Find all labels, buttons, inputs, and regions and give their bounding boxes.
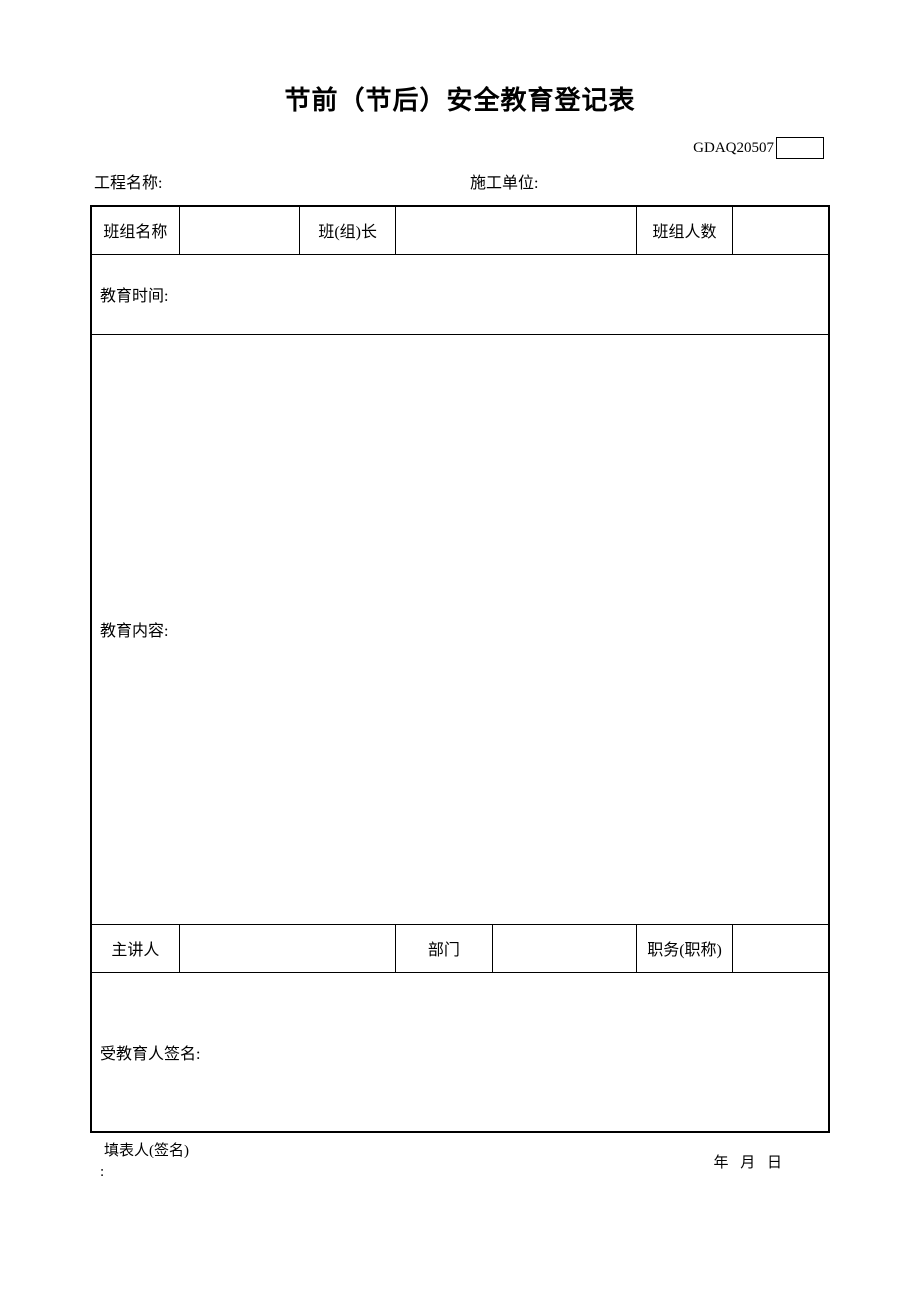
education-content-cell[interactable]: 教育内容: — [91, 334, 829, 924]
education-time-row: 教育时间: — [91, 254, 829, 334]
form-code-text: GDAQ20507 — [693, 140, 774, 157]
filled-by-label-bottom: : — [100, 1164, 104, 1180]
position-title-field[interactable] — [733, 924, 829, 972]
team-info-row: 班组名称 班(组)长 班组人数 — [91, 206, 829, 254]
team-count-label: 班组人数 — [636, 206, 732, 254]
trainee-signature-label: 受教育人签名: — [100, 1046, 200, 1063]
team-leader-field[interactable] — [396, 206, 637, 254]
filled-by-label-top: 填表人(签名) — [100, 1141, 189, 1162]
position-title-label: 职务(职称) — [636, 924, 732, 972]
header-row: 工程名称: 施工单位: — [90, 169, 830, 199]
form-code-input-box[interactable] — [776, 137, 824, 159]
lecturer-row: 主讲人 部门 职务(职称) — [91, 924, 829, 972]
team-count-field[interactable] — [733, 206, 829, 254]
team-name-label: 班组名称 — [91, 206, 179, 254]
team-leader-label: 班(组)长 — [300, 206, 396, 254]
lecturer-label: 主讲人 — [91, 924, 179, 972]
project-name-label: 工程名称: — [94, 169, 450, 193]
contractor-label: 施工单位: — [450, 169, 826, 193]
trainee-signature-cell[interactable]: 受教育人签名: — [91, 972, 829, 1132]
filled-by-label: 填表人(签名) : — [100, 1141, 626, 1183]
form-code-row: GDAQ20507 — [90, 137, 830, 159]
education-content-label: 教育内容: — [100, 623, 168, 640]
date-label: 年 月 日 — [626, 1141, 786, 1183]
lecturer-field[interactable] — [179, 924, 396, 972]
form-title: 节前（节后）安全教育登记表 — [90, 80, 830, 117]
education-content-row: 教育内容: — [91, 334, 829, 924]
registration-form-table: 班组名称 班(组)长 班组人数 教育时间: 教育内容: 主讲人 部门 职务(职称… — [90, 205, 830, 1133]
trainee-signature-row: 受教育人签名: — [91, 972, 829, 1132]
education-time-cell[interactable]: 教育时间: — [91, 254, 829, 334]
dept-field[interactable] — [492, 924, 636, 972]
team-name-field[interactable] — [179, 206, 299, 254]
dept-label: 部门 — [396, 924, 492, 972]
education-time-label: 教育时间: — [100, 288, 168, 305]
footer-row: 填表人(签名) : 年 月 日 — [90, 1141, 830, 1183]
